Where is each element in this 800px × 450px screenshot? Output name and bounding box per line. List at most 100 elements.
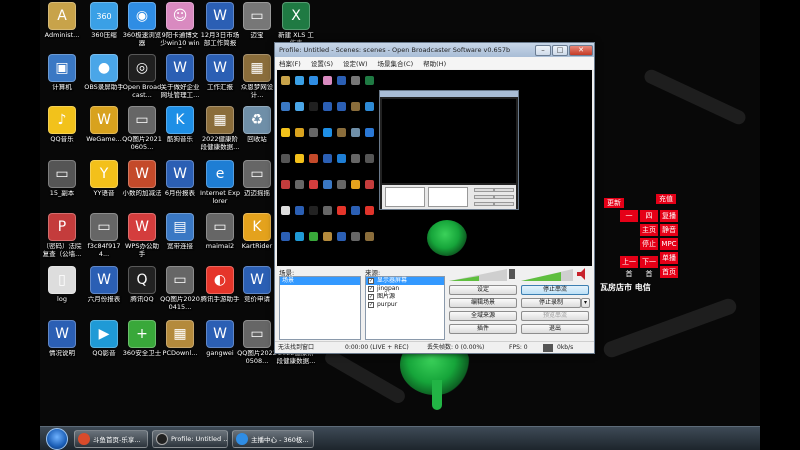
desktop-icon[interactable]: ☺ 9阳卡通博文少win10 win7: [160, 2, 200, 60]
desktop-icon[interactable]: ▭ QQ图片20200415...: [160, 266, 200, 324]
desktop-icon[interactable]: W WeGame...: [84, 106, 124, 164]
kugou-icon: K: [166, 106, 194, 134]
mic-volume-meter[interactable]: [521, 267, 591, 281]
game-control-button[interactable]: 上一首: [620, 256, 638, 278]
desktop-icon[interactable]: W 关于做好企业网址管理工...: [160, 54, 200, 112]
game-control-button[interactable]: 停止: [640, 238, 658, 250]
desktop-icon[interactable]: +360安全卫士: [122, 320, 162, 378]
taskbar-item-obs[interactable]: Profile: Untitled ...: [152, 430, 228, 448]
scenes-list[interactable]: 场景: [279, 276, 361, 340]
game-control-button[interactable]: MPC: [660, 238, 678, 250]
desktop-icon[interactable]: ● OBS录屏助手: [84, 54, 124, 112]
desktop-icon[interactable]: ▭ 15_副本: [42, 160, 82, 218]
desktop-icon[interactable]: ▭ 迈迈摇摇: [237, 160, 277, 218]
preview-nested-obs: [379, 90, 519, 210]
checkbox-icon[interactable]: ✓: [368, 302, 374, 308]
game-control-button[interactable]: 首页: [660, 266, 678, 278]
desktop-icon[interactable]: K 酷狗音乐: [160, 106, 200, 164]
update-tag[interactable]: 更新: [604, 198, 624, 208]
desktop-icon[interactable]: ▭ maimai2: [200, 213, 240, 271]
desktop-icon[interactable]: ▶ QQ影音: [84, 320, 124, 378]
scene-item[interactable]: 场景: [280, 277, 360, 285]
close-icon[interactable]: ✕: [569, 44, 593, 56]
menu-help[interactable]: 帮助(H): [423, 58, 446, 68]
desktop-icon[interactable]: K KartRider: [237, 213, 277, 271]
desktop-icon[interactable]: ♪ QQ音乐: [42, 106, 82, 164]
game-control-button[interactable]: 下一首: [640, 256, 658, 278]
game-control-button[interactable]: 四: [640, 210, 658, 222]
game-control-button[interactable]: 单播: [660, 252, 678, 264]
desktop-icon[interactable]: W 小数的加减法: [122, 160, 162, 218]
desktop-icon[interactable]: ▭ 迈宝: [237, 2, 277, 60]
desktop-volume-meter[interactable]: [449, 267, 517, 281]
game-control-button[interactable]: 复播: [660, 210, 678, 222]
preview-mini-icon: [309, 206, 318, 215]
menu-file[interactable]: 档案(F): [279, 58, 301, 68]
desktop-icon[interactable]: ◎ Open Broadcast...: [122, 54, 162, 112]
game-control-button[interactable]: 静音: [660, 224, 678, 236]
taskbar-item-browser[interactable]: 主播中心 - 360极...: [232, 430, 314, 448]
desktop-icon[interactable]: W 12月3日市场部工作简报: [200, 2, 240, 60]
desktop-icon[interactable]: Wgangwei: [200, 320, 240, 378]
desktop-icon[interactable]: ◉ 360极速浏览器: [122, 2, 162, 60]
sources-list[interactable]: ✓ 显示器屏幕 ✓ jingpan ✓ 图片源 ✓ purpur: [365, 276, 445, 340]
exit-button[interactable]: 退出: [521, 324, 589, 334]
stop-streaming-button[interactable]: 停止串流: [521, 285, 589, 295]
desktop-icon[interactable]: W 六月份报表: [84, 266, 124, 324]
desktop-icon-label: 迈迈摇摇: [244, 190, 270, 197]
taskbar-item-douyu[interactable]: 斗鱼首页-乐享...: [74, 430, 148, 448]
obs-preview[interactable]: [277, 70, 592, 266]
obs-window[interactable]: Profile: Untitled - Scenes: scenes - Ope…: [274, 42, 595, 354]
desktop-icon[interactable]: ▭ QQ图片20220508...: [237, 320, 277, 378]
source-item[interactable]: ✓ 显示器屏幕: [366, 277, 444, 285]
settings-button[interactable]: 设定: [449, 285, 517, 295]
desktop-icon[interactable]: ♻ 回收站: [237, 106, 277, 164]
desktop-icon[interactable]: W 6月份报表: [160, 160, 200, 218]
source-item[interactable]: ✓ purpur: [366, 301, 444, 309]
minimize-icon[interactable]: –: [535, 44, 551, 56]
desktop-icon[interactable]: W WPS办公助手: [122, 213, 162, 271]
desktop-icon[interactable]: ◐ 腾讯手游助手: [200, 266, 240, 324]
global-sources-button[interactable]: 全域来源: [449, 311, 517, 321]
stop-recording-button[interactable]: 停止录制: [521, 298, 581, 308]
desktop-icon-label: QQ图片20210605...: [122, 136, 162, 151]
desktop-icon[interactable]: Q 腾讯QQ: [122, 266, 162, 324]
desktop-icon[interactable]: P （密码）法院复查（公墙...: [42, 213, 82, 271]
desktop-icon[interactable]: Y YY语音: [84, 160, 124, 218]
desktop-icon[interactable]: ▯ log: [42, 266, 82, 324]
desktop-icon[interactable]: ▣ 计算机: [42, 54, 82, 112]
desktop-icon[interactable]: ▭ QQ图片20210605...: [122, 106, 162, 164]
recharge-tag[interactable]: 充值: [656, 194, 676, 204]
checkbox-icon[interactable]: ✓: [368, 286, 374, 292]
desktop-icon[interactable]: A Administ...: [42, 2, 82, 60]
preview-stream-button[interactable]: 预览串流: [521, 311, 589, 321]
edit-scene-button[interactable]: 编辑场景: [449, 298, 517, 308]
desktop-icon[interactable]: W 竞价申请: [237, 266, 277, 324]
desktop-icon[interactable]: 360 360压缩: [84, 2, 124, 60]
desktop-icon-label: OBS录屏助手: [84, 84, 124, 91]
desktop-icon[interactable]: ▦ 众恩梦网设计...: [237, 54, 277, 112]
desktop-icon[interactable]: W 情况说明: [42, 320, 82, 378]
menu-scene-collection[interactable]: 场景集合(C): [378, 58, 414, 68]
obs-titlebar[interactable]: Profile: Untitled - Scenes: scenes - Ope…: [275, 43, 594, 57]
source-item[interactable]: ✓ jingpan: [366, 285, 444, 293]
desktop-icon[interactable]: ▦ PCDownl...: [160, 320, 200, 378]
desktop-icon[interactable]: e Internet Explorer: [200, 160, 240, 218]
checkbox-icon[interactable]: ✓: [368, 278, 374, 284]
desktop-icon-label: 小数的加减法: [122, 190, 162, 197]
checkbox-icon[interactable]: ✓: [368, 294, 374, 300]
desktop-icon[interactable]: ▭ f3c84f9174...: [84, 213, 124, 271]
plugins-button[interactable]: 插件: [449, 324, 517, 334]
desktop-icon[interactable]: ▦ 2022健康阶段健康数据...: [200, 106, 240, 164]
chevron-down-icon[interactable]: ▾: [581, 298, 590, 308]
menu-configure[interactable]: 设定(W): [343, 58, 368, 68]
maximize-icon[interactable]: □: [552, 44, 568, 56]
game-control-button[interactable]: 一: [620, 210, 638, 222]
desktop-icon[interactable]: W 工作汇报: [200, 54, 240, 112]
menu-settings[interactable]: 设置(S): [311, 58, 333, 68]
game-control-button[interactable]: 主页: [640, 224, 658, 236]
source-item[interactable]: ✓ 图片源: [366, 293, 444, 301]
wallpaper-bone: [601, 296, 739, 360]
start-orb-icon[interactable]: [46, 428, 68, 450]
desktop-icon[interactable]: ▤ 宽带连接: [160, 213, 200, 271]
